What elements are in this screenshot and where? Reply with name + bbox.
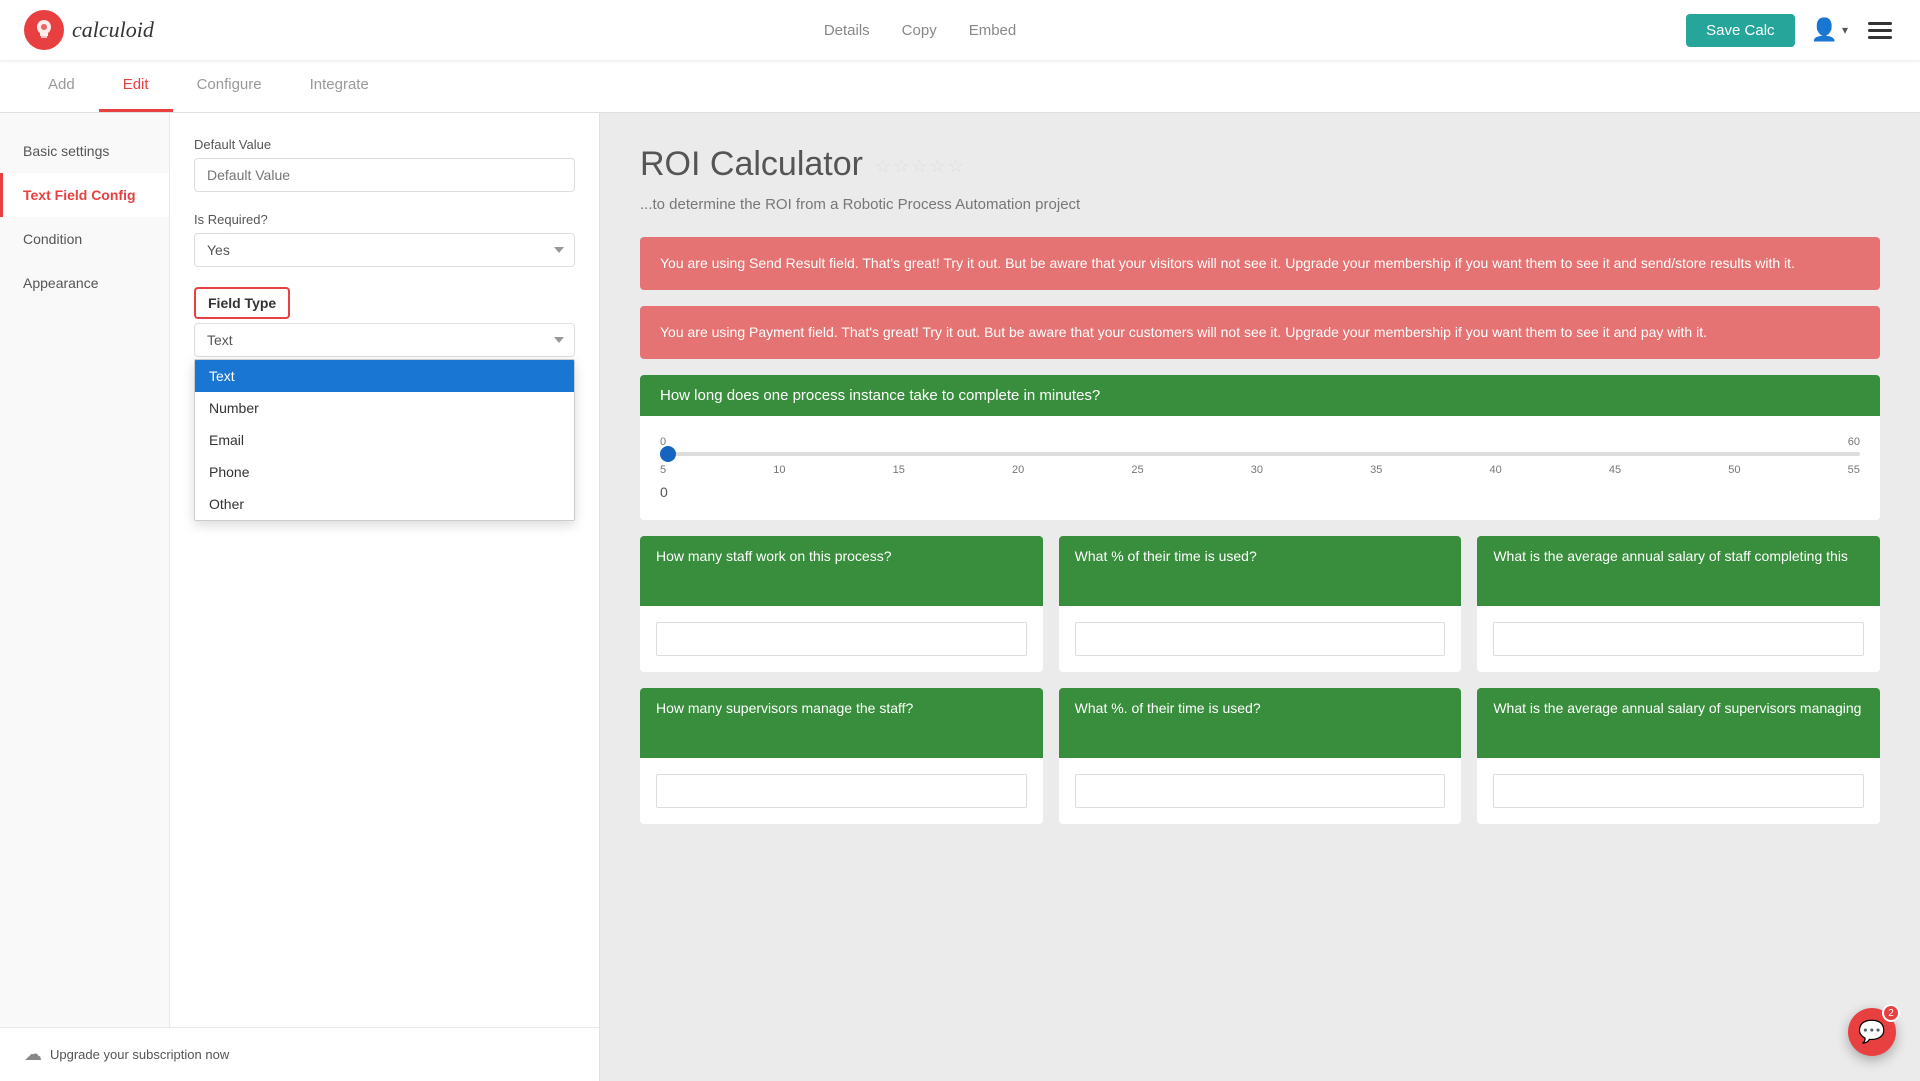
slider-bottom-labels: 5 10 15 20 25 30 35 40 45 50 55 <box>660 464 1860 476</box>
slider-current-value: 0 <box>660 484 1860 500</box>
dropdown-option-number[interactable]: Number <box>195 392 574 424</box>
chat-badge: 2 <box>1882 1004 1900 1022</box>
star-rating: ☆ ☆ ☆ ☆ ☆ <box>875 156 964 177</box>
sidebar-item-basic-settings[interactable]: Basic settings <box>0 129 169 173</box>
supervisor-count-input[interactable] <box>656 774 1027 808</box>
is-required-label: Is Required? <box>194 212 575 227</box>
nav-embed[interactable]: Embed <box>969 22 1017 39</box>
slider-question: How long does one process instance take … <box>640 375 1880 416</box>
dropdown-option-email[interactable]: Email <box>195 424 574 456</box>
star-2: ☆ <box>893 156 909 177</box>
default-value-input[interactable] <box>194 158 575 192</box>
default-value-label: Default Value <box>194 137 575 152</box>
staff-count-input[interactable] <box>656 622 1027 656</box>
star-3: ☆ <box>911 156 927 177</box>
field-type-select[interactable]: Text Number Email Phone Other <box>194 323 575 357</box>
card-supervisor-count-header: How many supervisors manage the staff? <box>640 688 1043 758</box>
avg-salary-input[interactable] <box>1493 622 1864 656</box>
slider-thumb[interactable] <box>660 446 676 462</box>
card-staff-count-body <box>640 606 1043 672</box>
alert-send-result: You are using Send Result field. That's … <box>640 237 1880 290</box>
slider-label-max: 60 <box>1848 436 1860 448</box>
chevron-down-icon: ▾ <box>1842 23 1848 37</box>
card-avg-salary: What is the average annual salary of sta… <box>1477 536 1880 672</box>
nav-copy[interactable]: Copy <box>902 22 937 39</box>
star-4: ☆ <box>929 156 945 177</box>
sidebar-item-appearance[interactable]: Appearance <box>0 261 169 305</box>
slider-track <box>660 452 1860 456</box>
slider-track-container[interactable] <box>660 452 1860 456</box>
supervisor-time-input[interactable] <box>1075 774 1446 808</box>
tab-configure[interactable]: Configure <box>173 60 286 112</box>
card-time-used-body <box>1059 606 1462 672</box>
header-nav: Details Copy Embed <box>824 22 1016 39</box>
dropdown-option-text[interactable]: Text <box>195 360 574 392</box>
supervisor-salary-input[interactable] <box>1493 774 1864 808</box>
is-required-group: Is Required? Yes No <box>194 212 575 267</box>
header: calculoid Details Copy Embed Save Calc 👤… <box>0 0 1920 60</box>
user-menu-button[interactable]: 👤 ▾ <box>1811 17 1848 43</box>
slider-section: How long does one process instance take … <box>640 375 1880 520</box>
upgrade-bar[interactable]: ☁ Upgrade your subscription now <box>0 1027 599 1081</box>
left-sidebar: Basic settings Text Field Config Conditi… <box>0 113 600 1081</box>
star-5: ☆ <box>948 156 964 177</box>
sidebar-item-text-field-config[interactable]: Text Field Config <box>0 173 169 217</box>
time-used-input[interactable] <box>1075 622 1446 656</box>
main-layout: Basic settings Text Field Config Conditi… <box>0 113 1920 1081</box>
calc-subtitle: ...to determine the ROI from a Robotic P… <box>640 196 1880 213</box>
card-supervisor-time: What %. of their time is used? <box>1059 688 1462 824</box>
card-grid-row1: How many staff work on this process? Wha… <box>640 536 1880 672</box>
form-panel: Default Value Is Required? Yes No Fie <box>170 113 599 1027</box>
alert-payment-text: You are using Payment field. That's grea… <box>660 324 1707 340</box>
card-supervisor-count: How many supervisors manage the staff? <box>640 688 1043 824</box>
header-right: Save Calc 👤 ▾ <box>1686 14 1896 47</box>
nav-details[interactable]: Details <box>824 22 870 39</box>
sidebar-nav: Basic settings Text Field Config Conditi… <box>0 113 170 1027</box>
is-required-select[interactable]: Yes No <box>194 233 575 267</box>
card-supervisor-salary: What is the average annual salary of sup… <box>1477 688 1880 824</box>
sidebar-item-condition[interactable]: Condition <box>0 217 169 261</box>
chat-bubble[interactable]: 💬 2 <box>1848 1008 1896 1056</box>
card-supervisor-salary-header: What is the average annual salary of sup… <box>1477 688 1880 758</box>
default-value-group: Default Value <box>194 137 575 192</box>
slider-body: 0 60 5 10 15 20 25 30 35 4 <box>640 416 1880 520</box>
card-time-used-header: What % of their time is used? <box>1059 536 1462 606</box>
calc-title: ROI Calculator <box>640 145 863 184</box>
card-time-used: What % of their time is used? <box>1059 536 1462 672</box>
user-avatar-icon: 👤 <box>1811 17 1838 43</box>
card-staff-count: How many staff work on this process? <box>640 536 1043 672</box>
star-1: ☆ <box>875 156 891 177</box>
logo-icon <box>24 10 64 50</box>
dropdown-option-other[interactable]: Other <box>195 488 574 520</box>
alert-payment: You are using Payment field. That's grea… <box>640 306 1880 359</box>
field-type-group: Field Type Text Number Email Phone Other… <box>194 287 575 357</box>
left-content: Basic settings Text Field Config Conditi… <box>0 113 599 1027</box>
card-avg-salary-header: What is the average annual salary of sta… <box>1477 536 1880 606</box>
tab-edit[interactable]: Edit <box>99 60 173 112</box>
upgrade-text: Upgrade your subscription now <box>50 1047 229 1062</box>
card-supervisor-time-header: What %. of their time is used? <box>1059 688 1462 758</box>
card-staff-count-header: How many staff work on this process? <box>640 536 1043 606</box>
tab-bar: Add Edit Configure Integrate <box>0 60 1920 113</box>
tab-add[interactable]: Add <box>24 60 99 112</box>
logo-text: calculoid <box>72 17 154 43</box>
card-supervisor-salary-body <box>1477 758 1880 824</box>
card-grid-row2: How many supervisors manage the staff? W… <box>640 688 1880 824</box>
field-type-dropdown: Text Number Email Phone Other <box>194 359 575 521</box>
chat-icon: 💬 <box>1858 1019 1885 1045</box>
field-type-label: Field Type <box>194 287 290 319</box>
card-avg-salary-body <box>1477 606 1880 672</box>
right-preview: ROI Calculator ☆ ☆ ☆ ☆ ☆ ...to determine… <box>600 113 1920 1081</box>
hamburger-menu-button[interactable] <box>1864 18 1896 43</box>
logo-area: calculoid <box>24 10 154 50</box>
slider-labels-top: 0 60 <box>660 436 1860 448</box>
tab-integrate[interactable]: Integrate <box>286 60 393 112</box>
card-supervisor-count-body <box>640 758 1043 824</box>
card-supervisor-time-body <box>1059 758 1462 824</box>
upload-icon: ☁ <box>24 1044 42 1065</box>
dropdown-option-phone[interactable]: Phone <box>195 456 574 488</box>
save-calc-button[interactable]: Save Calc <box>1686 14 1794 47</box>
alert-send-result-text: You are using Send Result field. That's … <box>660 255 1795 271</box>
